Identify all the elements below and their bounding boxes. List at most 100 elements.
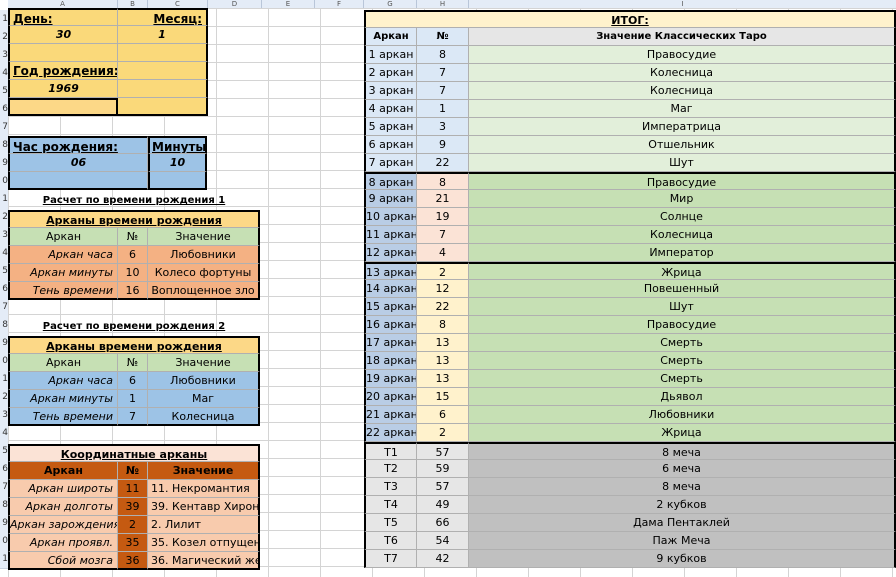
row-header[interactable]: 4 — [0, 64, 8, 83]
coord-value-cell[interactable]: 35. Козел отпущения — [148, 534, 260, 552]
row-header[interactable]: 9 — [0, 334, 8, 353]
itog-value-cell[interactable]: Отшельник — [469, 136, 896, 154]
itog-arcana-cell[interactable]: 18 аркан — [364, 352, 417, 370]
itog-arcana-cell[interactable]: Т6 — [364, 532, 417, 550]
coord-name-cell[interactable]: Аркан проявл. — [8, 534, 118, 552]
itog-number-cell[interactable]: 6 — [417, 406, 469, 424]
arcana-number-cell[interactable]: 6 — [118, 372, 148, 390]
itog-arcana-cell[interactable]: Т4 — [364, 496, 417, 514]
empty-cell[interactable] — [118, 98, 208, 116]
itog-arcana-cell[interactable]: 20 аркан — [364, 388, 417, 406]
minute-value-cell[interactable]: 10 — [148, 154, 207, 172]
itog-number-cell[interactable]: 13 — [417, 352, 469, 370]
row-header[interactable]: 2 — [0, 208, 8, 227]
arcana-name-cell[interactable]: Аркан часа — [8, 372, 118, 390]
itog-value-cell[interactable]: 8 меча — [469, 442, 896, 460]
itog-number-cell[interactable]: 8 — [417, 316, 469, 334]
itog-arcana-cell[interactable]: 17 аркан — [364, 334, 417, 352]
row-header[interactable]: 6 — [0, 100, 8, 119]
itog-arcana-cell[interactable]: 19 аркан — [364, 370, 417, 388]
itog-value-cell[interactable]: Смерть — [469, 334, 896, 352]
itog-value-cell[interactable]: Смерть — [469, 352, 896, 370]
month-value-cell[interactable]: 1 — [118, 26, 208, 44]
arcana-number-cell[interactable]: 1 — [118, 390, 148, 408]
arcana-value-cell[interactable]: Любовники — [148, 372, 260, 390]
itog-value-cell[interactable]: Смерть — [469, 370, 896, 388]
coord-number-cell[interactable]: 39 — [118, 498, 148, 516]
itog-arcana-cell[interactable]: 13 аркан — [364, 262, 417, 280]
arcana-name-cell[interactable]: Тень времени — [8, 282, 118, 300]
itog-arcana-cell[interactable]: 11 аркан — [364, 226, 417, 244]
row-header[interactable]: 9 — [0, 514, 8, 533]
empty-cell[interactable] — [118, 44, 208, 62]
itog-value-cell[interactable]: 9 кубков — [469, 550, 896, 568]
itog-number-cell[interactable]: 3 — [417, 118, 469, 136]
itog-arcana-cell[interactable]: 2 аркан — [364, 64, 417, 82]
arcana-name-cell[interactable]: Аркан минуты — [8, 390, 118, 408]
coord-name-cell[interactable]: Аркан широты — [8, 480, 118, 498]
itog-number-cell[interactable]: 57 — [417, 478, 469, 496]
itog-arcana-cell[interactable]: Т2 — [364, 460, 417, 478]
column-header-h[interactable]: H — [417, 0, 469, 8]
coord-name-cell[interactable]: Аркан зарождения — [8, 516, 118, 534]
row-header[interactable]: 8 — [0, 136, 8, 155]
itog-value-cell[interactable]: Солнце — [469, 208, 896, 226]
arcana-name-cell[interactable]: Аркан минуты — [8, 264, 118, 282]
coord-number-cell[interactable]: 11 — [118, 480, 148, 498]
arcana-number-cell[interactable]: 6 — [118, 246, 148, 264]
column-header-a[interactable]: A — [8, 0, 118, 8]
itog-value-cell[interactable]: Дьявол — [469, 388, 896, 406]
itog-value-cell[interactable]: Правосудие — [469, 316, 896, 334]
day-value-cell[interactable]: 30 — [8, 26, 118, 44]
itog-value-cell[interactable]: Правосудие — [469, 172, 896, 190]
itog-arcana-cell[interactable]: 9 аркан — [364, 190, 417, 208]
itog-arcana-cell[interactable]: 1 аркан — [364, 46, 417, 64]
row-header[interactable]: 8 — [0, 496, 8, 515]
itog-arcana-cell[interactable]: Т1 — [364, 442, 417, 460]
itog-arcana-cell[interactable]: Т7 — [364, 550, 417, 568]
itog-number-cell[interactable]: 2 — [417, 262, 469, 280]
coord-number-cell[interactable]: 36 — [118, 552, 148, 570]
itog-value-cell[interactable]: 2 кубков — [469, 496, 896, 514]
row-header[interactable]: 1 — [0, 190, 8, 209]
row-header[interactable]: 0 — [0, 172, 8, 191]
row-header[interactable]: 3 — [0, 46, 8, 65]
coord-value-cell[interactable]: 36. Магический жезл — [148, 552, 260, 570]
itog-value-cell[interactable]: Императрица — [469, 118, 896, 136]
row-header[interactable]: 1 — [0, 10, 8, 29]
arcana-value-cell[interactable]: Любовники — [148, 246, 260, 264]
itog-number-cell[interactable]: 42 — [417, 550, 469, 568]
arcana-value-cell[interactable]: Колесо фортуны — [148, 264, 260, 282]
itog-arcana-cell[interactable]: 3 аркан — [364, 82, 417, 100]
column-header-c[interactable]: C — [148, 0, 208, 8]
empty-cell[interactable] — [8, 172, 148, 190]
row-header[interactable]: 0 — [0, 532, 8, 551]
coord-value-cell[interactable]: 11. Некромантия — [148, 480, 260, 498]
row-header[interactable]: 6 — [0, 280, 8, 299]
itog-value-cell[interactable]: Дама Пентаклей — [469, 514, 896, 532]
empty-cell[interactable] — [118, 80, 208, 98]
row-header[interactable]: 8 — [0, 316, 8, 335]
coord-number-cell[interactable]: 2 — [118, 516, 148, 534]
itog-value-cell[interactable]: Любовники — [469, 406, 896, 424]
row-header[interactable]: 1 — [0, 550, 8, 569]
itog-value-cell[interactable]: Колесница — [469, 82, 896, 100]
row-header[interactable]: 5 — [0, 442, 8, 461]
column-header-b[interactable]: B — [118, 0, 148, 8]
coord-name-cell[interactable]: Аркан долготы — [8, 498, 118, 516]
itog-number-cell[interactable]: 59 — [417, 460, 469, 478]
itog-number-cell[interactable]: 7 — [417, 226, 469, 244]
row-header[interactable]: 1 — [0, 370, 8, 389]
column-header-g[interactable]: G — [364, 0, 417, 8]
itog-value-cell[interactable]: Мир — [469, 190, 896, 208]
coord-value-cell[interactable]: 2. Лилит — [148, 516, 260, 534]
itog-value-cell[interactable]: Повешенный — [469, 280, 896, 298]
itog-number-cell[interactable]: 13 — [417, 370, 469, 388]
itog-value-cell[interactable]: 6 меча — [469, 460, 896, 478]
itog-number-cell[interactable]: 66 — [417, 514, 469, 532]
itog-number-cell[interactable]: 12 — [417, 280, 469, 298]
itog-number-cell[interactable]: 54 — [417, 532, 469, 550]
row-header[interactable]: 2 — [0, 388, 8, 407]
itog-value-cell[interactable]: Паж Меча — [469, 532, 896, 550]
row-header[interactable]: 7 — [0, 478, 8, 497]
